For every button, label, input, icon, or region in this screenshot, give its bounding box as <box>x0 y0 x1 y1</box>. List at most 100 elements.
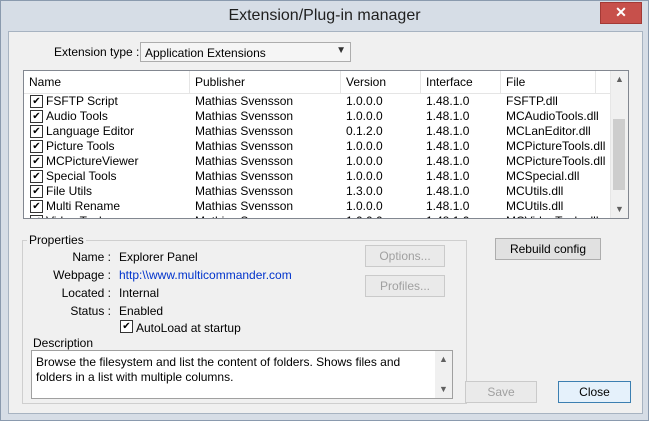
row-name: File Utils <box>46 184 93 198</box>
row-file: MCAudioTools.dll <box>506 109 599 123</box>
status-label: Status : <box>70 304 111 318</box>
properties-group-label: Properties <box>27 233 86 247</box>
table-row[interactable]: ✔ FSFTP Script Mathias Svensson 1.0.0.0 1.48… <box>24 94 612 109</box>
column-header-file[interactable]: File <box>501 71 596 93</box>
scroll-up-icon[interactable]: ▲ <box>611 71 628 88</box>
row-publisher: Mathias Svensson <box>195 184 294 198</box>
row-interface: 1.48.1.0 <box>426 154 470 168</box>
row-file: MCPictureTools.dll <box>506 154 606 168</box>
plugin-manager-window: Extension/Plug-in manager ✕ Extension ty… <box>0 0 649 421</box>
row-checkbox[interactable]: ✔ <box>30 170 43 183</box>
row-version: 1.0.0.0 <box>346 214 421 218</box>
row-interface: 1.48.1.0 <box>426 184 470 198</box>
row-checkbox[interactable]: ✔ <box>30 185 43 198</box>
name-value: Explorer Panel <box>119 250 198 264</box>
row-file: MCPictureTools.dll <box>506 139 606 153</box>
save-button[interactable]: Save <box>465 381 537 403</box>
row-interface: 1.48.1.0 <box>426 109 470 123</box>
list-header: Name Publisher Version Interface File <box>24 71 612 94</box>
row-file: MCUtils.dll <box>506 184 564 198</box>
scrollbar-thumb[interactable] <box>613 119 625 190</box>
rebuild-config-button[interactable]: Rebuild config <box>495 238 601 260</box>
row-interface: 1.48.1.0 <box>426 94 470 108</box>
row-file: MCVideoTools.dll <box>506 214 610 218</box>
row-checkbox[interactable]: ✔ <box>30 140 43 153</box>
row-checkbox[interactable]: ✔ <box>30 95 43 108</box>
row-name: Special Tools <box>46 169 117 183</box>
column-header-name[interactable]: Name <box>24 71 190 93</box>
autoload-checkbox[interactable]: ✔ <box>120 320 133 333</box>
extension-type-label: Extension type : <box>54 45 140 59</box>
row-publisher: Mathias Svensson <box>195 139 294 153</box>
scroll-down-icon[interactable]: ▼ <box>435 381 452 398</box>
row-name: Audio Tools <box>46 109 108 123</box>
row-name: Video Tools <box>46 214 186 218</box>
table-row[interactable]: ✔ File Utils Mathias Svensson 1.3.0.0 1.48.1… <box>24 184 612 199</box>
row-name: Language Editor <box>46 124 135 138</box>
status-value: Enabled <box>119 304 164 318</box>
column-header-publisher[interactable]: Publisher <box>190 71 341 93</box>
description-box[interactable]: Browse the filesystem and list the conte… <box>31 350 453 399</box>
table-row[interactable]: ✔ Special Tools Mathias Svensson 1.0.0.0 1.4… <box>24 169 612 184</box>
autoload-label[interactable]: AutoLoad at startup <box>136 321 241 335</box>
table-row[interactable]: ✔ Multi Rename Mathias Svensson 1.0.0.0 1.48… <box>24 199 612 214</box>
column-header-interface[interactable]: Interface <box>421 71 501 93</box>
row-publisher: Mathias Svensson <box>195 199 294 213</box>
options-button[interactable]: Options... <box>365 245 445 267</box>
row-interface: 1.48.1.0 <box>426 124 470 138</box>
webpage-link[interactable]: http:\\www.multicommander.com <box>119 268 292 282</box>
row-interface: 1.48.1.0 <box>426 214 501 218</box>
located-value: Internal <box>119 286 160 300</box>
row-version: 1.0.0.0 <box>346 139 383 153</box>
dialog-body: Extension type : Application Extensions … <box>8 31 643 414</box>
row-publisher: Mathias Svensson <box>195 214 341 218</box>
scroll-down-icon[interactable]: ▼ <box>611 201 628 218</box>
close-window-button[interactable]: ✕ <box>600 2 642 24</box>
close-button[interactable]: Close <box>558 381 631 403</box>
webpage-label: Webpage : <box>53 268 111 282</box>
row-interface: 1.48.1.0 <box>426 169 470 183</box>
row-name: Multi Rename <box>46 199 121 213</box>
row-version: 1.0.0.0 <box>346 154 383 168</box>
table-row[interactable]: ✔ Audio Tools Mathias Svensson 1.0.0.0 1.48.… <box>24 109 612 124</box>
row-file: MCUtils.dll <box>506 199 564 213</box>
table-row[interactable]: ✔ Picture Tools Mathias Svensson 1.0.0.0 1.4… <box>24 139 612 154</box>
description-text: Browse the filesystem and list the conte… <box>36 355 401 384</box>
table-row[interactable]: ✔ Language Editor Mathias Svensson 0.1.2.0 1… <box>24 124 612 139</box>
chevron-down-icon: ▼ <box>336 45 346 56</box>
row-version: 1.3.0.0 <box>346 184 383 198</box>
table-row[interactable]: ✔Video Tools Mathias Svensson 1.0.0.0 1.48.… <box>24 214 612 218</box>
row-name: Picture Tools <box>46 139 115 153</box>
row-checkbox[interactable]: ✔ <box>30 215 43 218</box>
row-file: MCLanEditor.dll <box>506 124 591 138</box>
row-checkbox[interactable]: ✔ <box>30 110 43 123</box>
row-publisher: Mathias Svensson <box>195 94 294 108</box>
row-checkbox[interactable]: ✔ <box>30 155 43 168</box>
row-checkbox[interactable]: ✔ <box>30 200 43 213</box>
description-label: Description <box>33 336 94 350</box>
extension-type-value: Application Extensions <box>145 46 266 60</box>
list-scrollbar[interactable]: ▲ ▼ <box>610 71 628 218</box>
row-file: MCSpecial.dll <box>506 169 580 183</box>
row-name: FSFTP Script <box>46 94 118 108</box>
row-publisher: Mathias Svensson <box>195 109 294 123</box>
column-header-version[interactable]: Version <box>341 71 421 93</box>
row-version: 0.1.2.0 <box>346 124 383 138</box>
extensions-list[interactable]: Name Publisher Version Interface File ✔ F… <box>23 70 629 219</box>
row-version: 1.0.0.0 <box>346 94 383 108</box>
located-label: Located : <box>61 286 111 300</box>
title-bar: Extension/Plug-in manager ✕ <box>1 1 648 31</box>
row-publisher: Mathias Svensson <box>195 154 294 168</box>
row-interface: 1.48.1.0 <box>426 199 470 213</box>
extension-type-dropdown[interactable]: Application Extensions ▼ <box>140 42 351 62</box>
window-title: Extension/Plug-in manager <box>228 7 421 24</box>
row-interface: 1.48.1.0 <box>426 139 470 153</box>
row-checkbox[interactable]: ✔ <box>30 125 43 138</box>
description-scrollbar[interactable]: ▲ ▼ <box>435 351 452 398</box>
table-row[interactable]: ✔ MCPictureViewer Mathias Svensson 1.0.0.0 1… <box>24 154 612 169</box>
row-version: 1.0.0.0 <box>346 109 383 123</box>
profiles-button[interactable]: Profiles... <box>365 275 445 297</box>
row-version: 1.0.0.0 <box>346 199 383 213</box>
scroll-up-icon[interactable]: ▲ <box>435 351 452 368</box>
row-file: FSFTP.dll <box>506 94 558 108</box>
